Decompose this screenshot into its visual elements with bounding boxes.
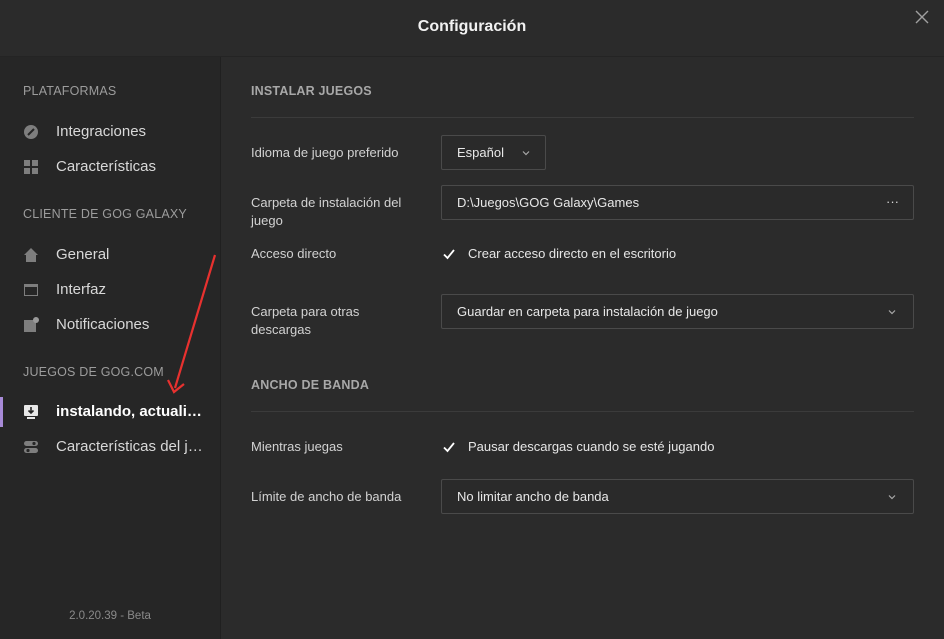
chevron-down-icon xyxy=(888,495,896,500)
while-playing-label: Mientras juegas xyxy=(251,439,343,454)
bandwidth-limit-label: Límite de ancho de banda xyxy=(251,489,402,504)
sidebar-item-label: Integraciones xyxy=(56,123,147,140)
notification-icon xyxy=(24,317,39,332)
section-heading-gog-client: CLIENTE DE GOG GALAXY xyxy=(23,207,187,221)
sidebar-item-label: instalando, actualizando... xyxy=(56,403,206,420)
sidebar-item-interface[interactable]: Interfaz xyxy=(0,275,220,305)
checkmark-icon xyxy=(443,442,455,453)
version-label: 2.0.20.39 - Beta xyxy=(69,610,151,622)
link-icon xyxy=(24,125,38,139)
language-dropdown[interactable]: Español xyxy=(441,135,546,170)
sidebar-item-label: Interfaz xyxy=(56,281,107,298)
sidebar-item-general[interactable]: General xyxy=(0,240,220,270)
section-heading-gog-games: JUEGOS DE GOG.COM xyxy=(23,365,164,379)
section-heading-bandwidth: ANCHO DE BANDA xyxy=(251,378,370,392)
language-label: Idioma de juego preferido xyxy=(251,145,399,160)
pause-downloads-text: Pausar descargas cuando se esté jugando xyxy=(468,439,715,454)
sidebar-item-game-features[interactable]: Características del juego xyxy=(0,432,220,462)
other-downloads-label: Carpeta para otras descargas xyxy=(251,304,360,337)
window-icon xyxy=(24,284,38,296)
sidebar-item-notifications[interactable]: Notificaciones xyxy=(0,310,220,340)
settings-content: INSTALAR JUEGOS Idioma de juego preferid… xyxy=(221,57,944,639)
install-icon xyxy=(24,405,38,419)
language-value: Español xyxy=(457,145,504,160)
install-folder-value: D:\Juegos\GOG Galaxy\Games xyxy=(457,195,640,210)
divider xyxy=(251,411,914,412)
other-downloads-value: Guardar en carpeta para instalación de j… xyxy=(457,304,718,319)
checkmark-icon xyxy=(443,249,455,260)
sidebar-item-installing[interactable]: instalando, actualizando... xyxy=(0,397,220,427)
install-folder-field[interactable]: D:\Juegos\GOG Galaxy\Games ··· xyxy=(441,185,914,220)
grid-icon xyxy=(24,160,38,174)
browse-folder-button[interactable]: ··· xyxy=(886,194,899,209)
sidebar-item-features[interactable]: Características xyxy=(0,152,220,182)
bandwidth-limit-dropdown[interactable]: No limitar ancho de banda xyxy=(441,479,914,514)
bandwidth-limit-value: No limitar ancho de banda xyxy=(457,489,609,504)
sidebar-item-label: Notificaciones xyxy=(56,316,150,333)
sidebar-item-label: Características xyxy=(56,158,157,175)
shortcut-label: Acceso directo xyxy=(251,246,337,261)
pause-downloads-checkbox[interactable]: Pausar descargas cuando se esté jugando xyxy=(442,439,732,457)
desktop-shortcut-checkbox[interactable]: Crear acceso directo en el escritorio xyxy=(442,246,702,264)
divider xyxy=(251,117,914,118)
title-bar: Configuración xyxy=(0,0,944,57)
chevron-down-icon xyxy=(888,310,896,315)
home-icon xyxy=(24,248,38,262)
close-icon[interactable] xyxy=(914,9,930,25)
section-heading-platforms: PLATAFORMAS xyxy=(23,84,117,98)
sidebar: PLATAFORMAS Integraciones Característica… xyxy=(0,57,221,639)
section-heading-install-games: INSTALAR JUEGOS xyxy=(251,84,372,98)
window-title: Configuración xyxy=(417,18,527,35)
install-folder-label: Carpeta de instalación del juego xyxy=(251,195,402,228)
desktop-shortcut-text: Crear acceso directo en el escritorio xyxy=(468,246,677,261)
sidebar-item-label: Características del juego xyxy=(56,438,206,455)
toggle-icon xyxy=(24,441,38,453)
sidebar-item-label: General xyxy=(56,246,110,263)
other-downloads-dropdown[interactable]: Guardar en carpeta para instalación de j… xyxy=(441,294,914,329)
sidebar-item-integrations[interactable]: Integraciones xyxy=(0,117,220,147)
chevron-down-icon xyxy=(522,151,530,156)
